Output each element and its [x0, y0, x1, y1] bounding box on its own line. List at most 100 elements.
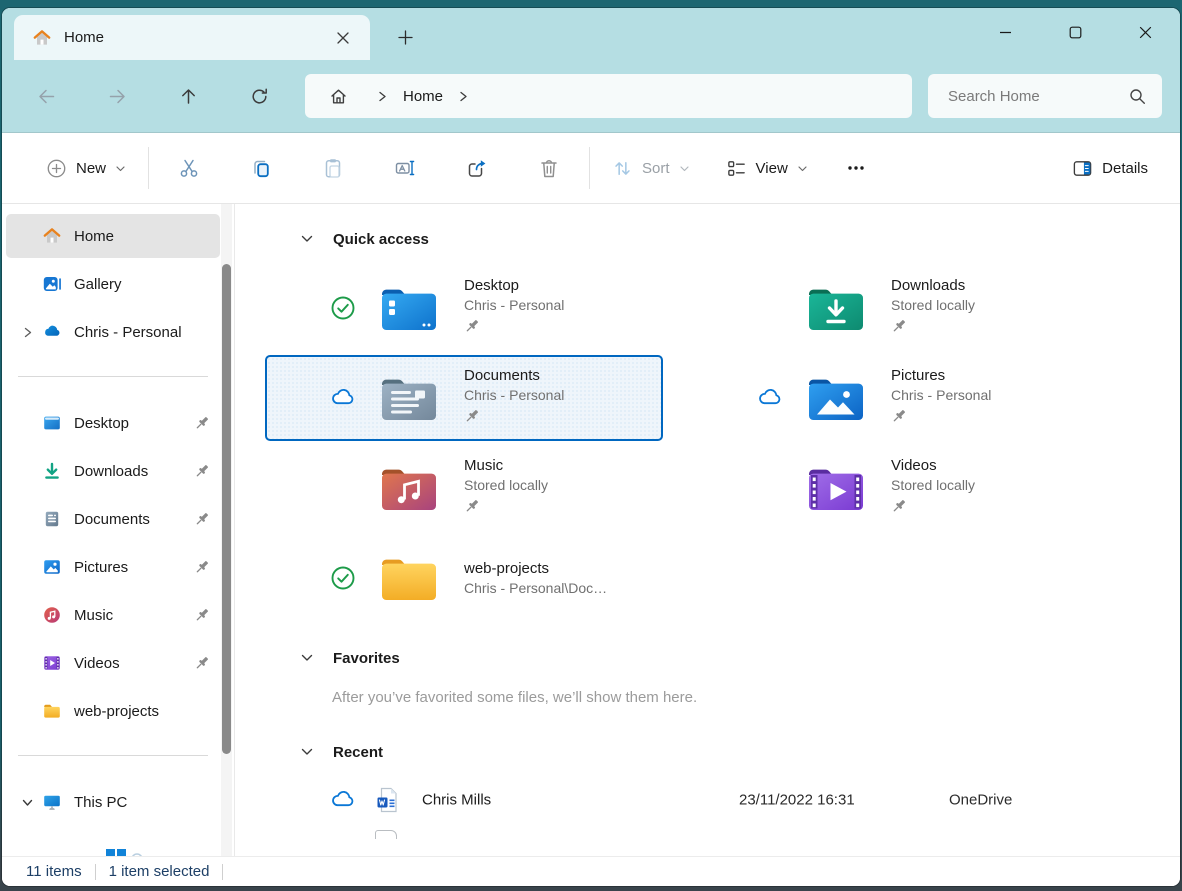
music-icon: [42, 605, 62, 625]
folder-videos-icon: [804, 456, 868, 520]
minimize-button[interactable]: [970, 8, 1040, 56]
new-tab-button[interactable]: [388, 21, 422, 53]
chevron-right-icon[interactable]: [376, 90, 389, 103]
section-title: Quick access: [333, 231, 429, 248]
sidebar-item-label: Videos: [74, 655, 120, 672]
sidebar-item-label: This PC: [74, 794, 127, 811]
pin-icon: [464, 408, 480, 424]
sidebar-item-gallery[interactable]: Gallery: [6, 262, 220, 306]
chevron-right-icon[interactable]: [457, 90, 470, 103]
refresh-icon[interactable]: [239, 74, 279, 118]
plus-circle-icon: [46, 158, 67, 179]
sidebar-item-web-projects[interactable]: web-projects: [6, 689, 220, 733]
sidebar-item-pictures[interactable]: Pictures: [6, 545, 220, 589]
main-content: Quick access DesktopChris - Personal Down…: [235, 204, 1180, 857]
navigation-bar: Home Search Home: [2, 60, 1180, 133]
folder-pictures-icon: [804, 366, 868, 430]
sidebar-item-videos[interactable]: Videos: [6, 641, 220, 685]
file-name: Downloads: [891, 277, 975, 294]
copy-icon[interactable]: [237, 146, 285, 190]
forward-icon[interactable]: [97, 74, 137, 118]
details-pane-icon: [1072, 158, 1093, 179]
sidebar-nav: Home Gallery Chris - Personal DesktopDownlo…: [2, 204, 234, 857]
chevron-right-icon[interactable]: [14, 322, 40, 342]
explorer-body: HomeGalleryChris - PersonalDesktopDownlo…: [2, 204, 1180, 857]
favorites-header[interactable]: Favorites: [235, 648, 1180, 668]
command-toolbar: New: [2, 133, 1180, 204]
chevron-down-icon: [797, 163, 808, 174]
breadcrumb[interactable]: Home: [305, 74, 912, 118]
maximize-button[interactable]: [1040, 8, 1110, 56]
search-input[interactable]: Search Home: [928, 74, 1162, 118]
paste-icon[interactable]: [309, 146, 357, 190]
pictures-icon: [42, 557, 62, 577]
quick-access-header[interactable]: Quick access: [235, 229, 1180, 249]
sidebar-item-label: web-projects: [74, 703, 159, 720]
chevron-down-icon[interactable]: [297, 742, 317, 762]
file-tile-music[interactable]: MusicStored locally: [265, 445, 663, 531]
sidebar-item-desktop[interactable]: Desktop: [6, 401, 220, 445]
sidebar-item-documents[interactable]: Documents: [6, 497, 220, 541]
sidebar-item-music[interactable]: Music: [6, 593, 220, 637]
file-tile-pictures[interactable]: PicturesChris - Personal: [692, 355, 1090, 441]
tab-close-icon[interactable]: [326, 23, 360, 53]
view-button[interactable]: View: [716, 146, 818, 190]
sidebar-item-home[interactable]: Home: [6, 214, 220, 258]
sidebar-item-label: Pictures: [74, 559, 128, 576]
sidebar-item-this-pc[interactable]: This PC: [6, 780, 220, 824]
share-icon[interactable]: [453, 146, 501, 190]
recent-file-name: Chris Mills: [422, 792, 491, 809]
recent-file-chris-mills[interactable]: Chris Mills23/11/2022 16:31OneDrive: [235, 780, 1180, 820]
status-bar: 11 items 1 item selected: [2, 856, 1180, 886]
file-tile-downloads[interactable]: DownloadsStored locally: [692, 265, 1090, 351]
pin-icon: [464, 498, 480, 514]
sidebar-item-label: Gallery: [74, 276, 122, 293]
search-icon[interactable]: [1129, 88, 1146, 105]
cut-icon[interactable]: [165, 146, 213, 190]
rename-icon[interactable]: [381, 146, 429, 190]
back-icon[interactable]: [26, 74, 66, 118]
section-title: Favorites: [333, 650, 400, 667]
breadcrumb-segment-home[interactable]: Home: [403, 88, 443, 105]
breadcrumb-home-icon[interactable]: [329, 87, 348, 106]
file-tile-desktop[interactable]: DesktopChris - Personal: [265, 265, 663, 351]
file-tile-videos[interactable]: VideosStored locally: [692, 445, 1090, 531]
chevron-down-icon[interactable]: [297, 229, 317, 249]
close-button[interactable]: [1110, 8, 1180, 56]
file-tile-documents[interactable]: DocumentsChris - Personal: [265, 355, 663, 441]
sidebar-item-downloads[interactable]: Downloads: [6, 449, 220, 493]
more-options-icon[interactable]: [832, 146, 880, 190]
file-tile-web-projects[interactable]: web-projectsChris - Personal\Doc…: [265, 535, 663, 621]
sort-button[interactable]: Sort: [602, 146, 700, 190]
quick-access-grid: DesktopChris - PersonalDownloadsStored l…: [265, 263, 1180, 623]
cloud-status-icon: [330, 787, 356, 813]
chevron-down-icon[interactable]: [14, 792, 40, 812]
delete-icon[interactable]: [525, 146, 573, 190]
desktop-icon: [42, 413, 62, 433]
tab-home[interactable]: Home: [14, 15, 370, 60]
chevron-spacer: [14, 461, 40, 481]
pin-icon: [891, 318, 907, 334]
sidebar-divider: [18, 755, 208, 756]
file-explorer-window: Home: [2, 8, 1180, 886]
recent-header[interactable]: Recent: [235, 742, 1180, 762]
view-button-label: View: [756, 160, 788, 177]
new-button-label: New: [76, 160, 106, 177]
documents-icon: [42, 509, 62, 529]
folder-plain-icon: [377, 546, 441, 610]
downloads-icon: [42, 461, 62, 481]
up-icon[interactable]: [168, 74, 208, 118]
chevron-down-icon[interactable]: [297, 648, 317, 668]
pin-icon: [194, 559, 210, 575]
tab-title: Home: [64, 29, 104, 46]
pin-icon: [464, 318, 480, 334]
word-doc-icon: [375, 787, 399, 813]
new-button[interactable]: New: [36, 146, 136, 190]
folder-downloads-icon: [804, 276, 868, 340]
file-subtitle: Stored locally: [891, 477, 975, 493]
sidebar-item-chris-personal[interactable]: Chris - Personal: [6, 310, 220, 354]
sidebar-scrollbar-thumb[interactable]: [222, 264, 231, 754]
chevron-spacer: [14, 653, 40, 673]
details-button[interactable]: Details: [1062, 146, 1158, 190]
favorites-empty-text: After you’ve favorited some files, we’ll…: [235, 689, 1180, 706]
